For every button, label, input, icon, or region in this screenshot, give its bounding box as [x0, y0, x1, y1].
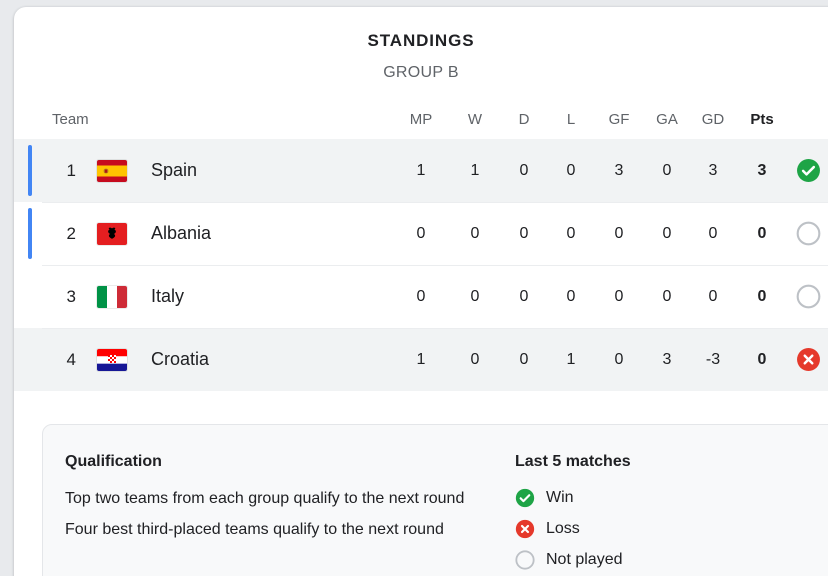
- stat-ga: 0: [662, 224, 672, 242]
- table-row[interactable]: 2 Albania 0 0 0 0 0 0 0 0: [14, 202, 828, 265]
- rank-number: 3: [66, 286, 76, 306]
- last5-dots: [796, 139, 828, 202]
- win-check-icon: [515, 488, 535, 508]
- stat-w: 0: [470, 287, 480, 305]
- stat-gf: 0: [614, 224, 624, 242]
- legend-item-not-played: Not played: [515, 550, 828, 570]
- stat-gf: 3: [614, 161, 624, 179]
- win-check-icon: [796, 158, 821, 183]
- spain-flag: [97, 159, 127, 182]
- stat-mp: 0: [416, 224, 426, 242]
- last5-title: Last 5 matches: [515, 453, 631, 470]
- last5-legend: Last 5 matches Win Loss Not played: [515, 453, 828, 576]
- loss-cross-icon: [515, 519, 535, 539]
- legend-label-not-played: Not played: [546, 551, 623, 568]
- column-header-gd: GD: [701, 110, 725, 128]
- legend-panel: Qualification Top two teams from each gr…: [42, 424, 828, 576]
- team-name: Croatia: [151, 349, 210, 369]
- standings-table: Team MP W D L GF GA GD Pts 1 Spain 1 1 0…: [14, 99, 828, 391]
- stat-l: 1: [566, 350, 576, 368]
- albania-flag: [97, 222, 127, 245]
- stat-d: 0: [519, 161, 529, 179]
- stat-gd: 3: [708, 161, 718, 179]
- stat-pts: 0: [757, 287, 767, 305]
- page-title: STANDINGS: [367, 31, 475, 50]
- table-row[interactable]: 4 Croatia 1 0 0 1 0 3 -3 0: [14, 328, 828, 391]
- stat-mp: 1: [416, 161, 426, 179]
- stat-l: 0: [566, 224, 576, 242]
- column-header-team: Team: [52, 110, 89, 128]
- stat-mp: 0: [416, 287, 426, 305]
- column-header-pts: Pts: [750, 110, 774, 128]
- stat-l: 0: [566, 287, 576, 305]
- team-name: Spain: [151, 160, 198, 180]
- stat-d: 0: [519, 350, 529, 368]
- qualification-indicator: [28, 208, 32, 259]
- stat-gd: 0: [708, 287, 718, 305]
- not-played-circle-icon: [796, 284, 821, 309]
- team-name: Italy: [151, 286, 185, 306]
- stat-ga: 0: [662, 161, 672, 179]
- stat-ga: 3: [662, 350, 672, 368]
- rank-number: 1: [66, 160, 76, 180]
- rank-number: 2: [66, 223, 76, 243]
- legend-label-loss: Loss: [546, 520, 580, 537]
- qualification-rule: Four best third-placed teams qualify to …: [65, 521, 444, 539]
- stat-w: 0: [470, 224, 480, 242]
- column-header-l: L: [566, 110, 576, 128]
- column-header-mp: MP: [409, 110, 433, 128]
- column-header-gf: GF: [608, 110, 630, 128]
- stat-d: 0: [519, 287, 529, 305]
- loss-cross-icon: [796, 347, 821, 372]
- table-row[interactable]: 1 Spain 1 1 0 0 3 0 3 3: [14, 139, 828, 202]
- last5-dots: [796, 202, 828, 265]
- stat-pts: 3: [757, 161, 767, 179]
- rank-number: 4: [66, 349, 76, 369]
- stat-ga: 0: [662, 287, 672, 305]
- stat-w: 1: [470, 161, 480, 179]
- standings-page: STANDINGS GROUP B Team MP W D L GF GA GD…: [0, 0, 828, 576]
- legend-item-win: Win: [515, 488, 828, 508]
- stat-mp: 1: [416, 350, 426, 368]
- last5-dots: [796, 328, 828, 391]
- stat-gd: 0: [708, 224, 718, 242]
- stat-pts: 0: [757, 224, 767, 242]
- stat-gd: -3: [705, 350, 721, 368]
- croatia-flag: [97, 348, 127, 371]
- stat-w: 0: [470, 350, 480, 368]
- stat-gf: 0: [614, 350, 624, 368]
- table-header-row: Team MP W D L GF GA GD Pts: [14, 99, 828, 139]
- team-name: Albania: [151, 223, 212, 243]
- italy-flag: [97, 285, 127, 308]
- legend-item-loss: Loss: [515, 519, 828, 539]
- column-header-ga: GA: [656, 110, 678, 128]
- stat-d: 0: [519, 224, 529, 242]
- group-subtitle: GROUP B: [383, 64, 459, 81]
- column-header-d: D: [518, 110, 530, 128]
- last5-dots: [796, 265, 828, 328]
- qualification-legend: Qualification Top two teams from each gr…: [65, 453, 495, 551]
- legend-label-win: Win: [546, 489, 574, 506]
- stat-gf: 0: [614, 287, 624, 305]
- stat-pts: 0: [757, 350, 767, 368]
- qualification-title: Qualification: [65, 453, 162, 470]
- qualification-indicator: [28, 145, 32, 196]
- not-played-circle-icon: [796, 221, 821, 246]
- table-row[interactable]: 3 Italy 0 0 0 0 0 0 0 0: [14, 265, 828, 328]
- column-header-w: W: [467, 110, 483, 128]
- not-played-circle-icon: [515, 550, 535, 570]
- qualification-rule: Top two teams from each group qualify to…: [65, 490, 465, 507]
- standings-card: STANDINGS GROUP B Team MP W D L GF GA GD…: [14, 7, 828, 576]
- stat-l: 0: [566, 161, 576, 179]
